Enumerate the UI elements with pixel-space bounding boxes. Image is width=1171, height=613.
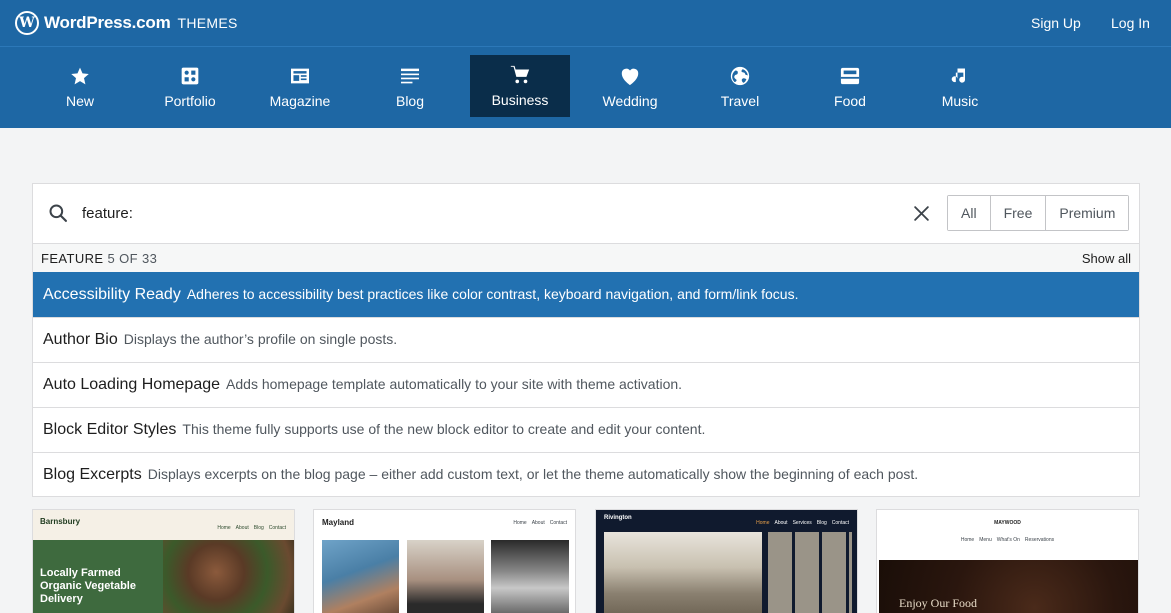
food-photo — [407, 540, 484, 613]
list-item[interactable]: Accessibility Ready Adheres to accessibil… — [33, 272, 1139, 317]
theme-card-maywood[interactable]: MAYWOOD Home Menu What's On Reservations En… — [876, 509, 1139, 613]
theme-card-barnsbury[interactable]: Barnsbury Home About Blog Contact Locally F… — [32, 509, 295, 613]
theme-headline: Enjoy Our Food — [899, 596, 977, 610]
filter-all-button[interactable]: All — [948, 196, 991, 230]
theme-name: Mayland — [322, 518, 355, 527]
feature-name: Accessibility Ready — [43, 286, 181, 303]
theme-name: Rivington — [604, 515, 632, 521]
theme-card-rivington[interactable]: Rivington Home About Services Blog Contact — [595, 509, 858, 613]
category-nav: New Portfolio Magazine Blog Business Wed… — [0, 46, 1171, 128]
vegetables-image — [163, 540, 294, 613]
feature-name: Block Editor Styles — [43, 421, 177, 438]
feature-description: Displays the author’s profile on single … — [123, 331, 398, 347]
category-label: Business — [491, 92, 549, 108]
category-magazine[interactable]: Magazine — [250, 55, 350, 117]
search-input[interactable]: feature: — [82, 205, 133, 222]
feature-name: Author Bio — [43, 331, 118, 348]
category-label: Blog — [395, 93, 425, 109]
theme-preview-nav: Home About Services Blog Contact — [756, 520, 849, 526]
feature-description: Displays excerpts on the blog page – eit… — [147, 466, 919, 482]
theme-headline: Locally Farmed Organic Vegetable Deliver… — [40, 567, 136, 605]
theme-preview-nav: Home About Contact — [513, 520, 567, 526]
cart-icon — [470, 64, 570, 86]
category-label: Travel — [720, 93, 760, 109]
feature-name: Blog Excerpts — [43, 466, 142, 483]
log-in-link[interactable]: Log In — [1111, 15, 1150, 31]
filter-free-button[interactable]: Free — [990, 196, 1047, 230]
category-blog[interactable]: Blog — [360, 55, 460, 117]
category-label: Music — [941, 93, 979, 109]
category-label: Wedding — [602, 93, 658, 109]
feature-suggestions-list: Accessibility Ready Adheres to accessibil… — [33, 272, 1139, 497]
category-label: Portfolio — [164, 93, 216, 109]
portrait-photo — [322, 540, 399, 613]
theme-card-mayland[interactable]: Mayland Home About Contact — [313, 509, 576, 613]
filter-premium-button[interactable]: Premium — [1046, 196, 1129, 230]
theme-preview-nav: Home Menu What's On Reservations — [960, 537, 1055, 543]
list-item[interactable]: Auto Loading Homepage Adds homepage templ… — [33, 362, 1139, 407]
category-business[interactable]: Business — [470, 55, 570, 117]
food-icon — [800, 65, 900, 87]
newspaper-icon — [250, 65, 350, 87]
top-bar: W WordPress.com THEMES Sign Up Log In — [0, 0, 1171, 46]
feature-description: Adheres to accessibility best practices … — [186, 286, 799, 302]
category-label: New — [65, 93, 94, 109]
theme-preview-nav: Home About Blog Contact — [217, 525, 286, 531]
photo-grid — [768, 532, 852, 613]
image-grid-icon — [140, 65, 240, 87]
category-portfolio[interactable]: Portfolio — [140, 55, 240, 117]
category-new[interactable]: New — [30, 55, 130, 117]
feature-description: This theme fully supports use of the new… — [182, 421, 706, 437]
brand[interactable]: W WordPress.com THEMES — [15, 11, 238, 35]
brand-subtitle: THEMES — [177, 15, 238, 31]
list-item[interactable]: Author Bio Displays the author’s profile … — [33, 317, 1139, 362]
feature-suggestions-header: FEATURE 5 OF 33 Show all — [33, 243, 1139, 272]
category-music[interactable]: Music — [910, 55, 1010, 117]
show-all-link[interactable]: Show all — [1082, 251, 1131, 266]
close-icon[interactable] — [913, 205, 930, 227]
globe-icon — [690, 65, 790, 87]
wordpress-logo-icon: W — [15, 11, 39, 35]
price-filter: All Free Premium — [947, 195, 1130, 231]
star-icon — [30, 65, 130, 87]
category-label: Magazine — [269, 93, 331, 109]
food-hero-image: Enjoy Our Food — [879, 560, 1138, 613]
interior-photo — [604, 532, 762, 613]
category-wedding[interactable]: Wedding — [580, 55, 680, 117]
heart-icon — [580, 65, 680, 87]
theme-name: MAYWOOD — [994, 520, 1021, 526]
category-food[interactable]: Food — [800, 55, 900, 117]
sign-up-link[interactable]: Sign Up — [1031, 15, 1081, 31]
search-icon[interactable] — [48, 203, 68, 228]
category-label: Food — [834, 93, 866, 109]
brand-name: WordPress.com — [44, 13, 171, 32]
theme-preview-hero: Locally Farmed Organic Vegetable Deliver… — [33, 540, 163, 613]
search-row: feature: All Free Premium — [33, 184, 1139, 243]
feature-description: Adds homepage template automatically to … — [226, 376, 683, 392]
posts-icon — [360, 65, 460, 87]
list-item[interactable]: Blog Excerpts Displays excerpts on the bl… — [33, 452, 1139, 497]
theme-search-panel: feature: All Free Premium FEATURE 5 OF 33… — [32, 183, 1140, 497]
music-note-icon — [910, 65, 1010, 87]
portrait-photo-bw — [491, 540, 569, 613]
feature-heading: FEATURE 5 OF 33 — [41, 251, 158, 266]
category-travel[interactable]: Travel — [690, 55, 790, 117]
feature-name: Auto Loading Homepage — [43, 376, 221, 393]
theme-name: Barnsbury — [40, 517, 81, 526]
list-item[interactable]: Block Editor Styles This theme fully supp… — [33, 407, 1139, 452]
feature-count: 5 OF 33 — [107, 251, 158, 266]
